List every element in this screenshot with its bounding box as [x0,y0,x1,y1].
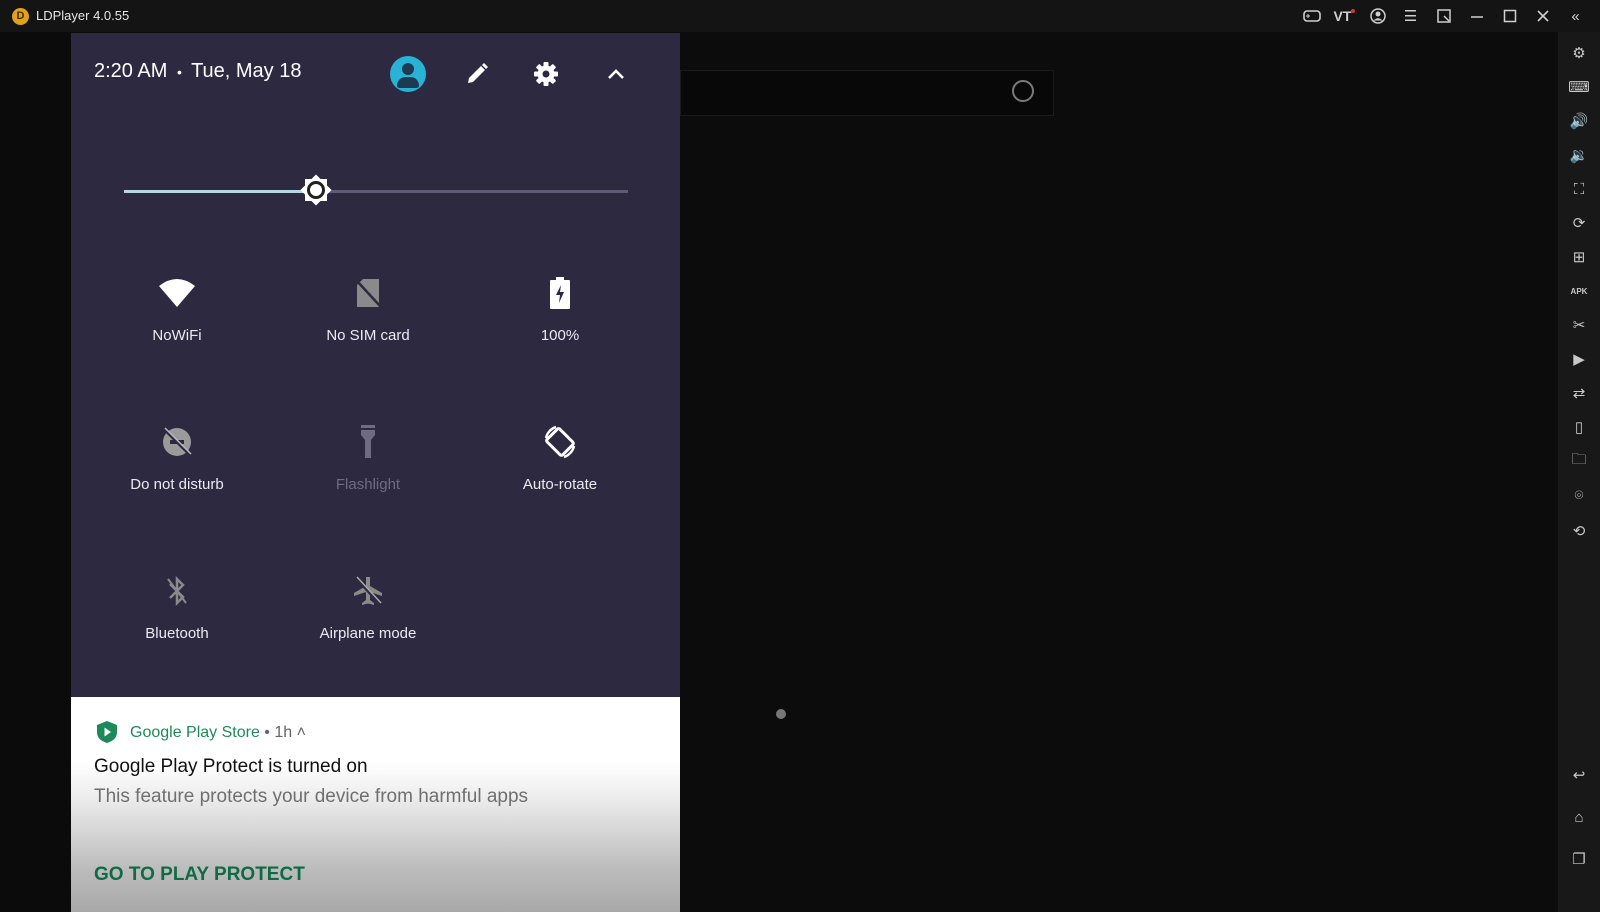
ldplayer-logo-icon: D [12,8,29,25]
tile-no-sim-card[interactable]: No SIM card [270,273,466,383]
tile-airplane-mode[interactable]: Airplane mode [270,571,466,681]
back-icon[interactable]: ↩ [1558,760,1600,790]
tile-bluetooth[interactable]: Bluetooth [79,571,275,681]
clock-date-text: Tue, May 18 [191,60,302,82]
collapse-sidebar-icon[interactable]: « [1559,0,1592,32]
clock-separator: • [176,63,182,80]
brightness-icon [299,174,332,206]
close-icon[interactable] [1526,0,1559,32]
tile-auto-rotate[interactable]: Auto-rotate [462,422,658,532]
tile-label: Do not disturb [130,476,224,493]
tile-label: Airplane mode [319,625,417,642]
shake-icon[interactable]: ▯ [1558,412,1600,442]
tile-label: Bluetooth [145,625,209,642]
play-protect-shield-icon [96,720,118,749]
bluetooth-off-icon [79,571,275,611]
window-title: LDPlayer 4.0.55 [36,8,130,23]
gamepad-icon[interactable] [1295,0,1328,32]
scissors-icon[interactable]: ✂ [1558,310,1600,340]
tile-do-not-disturb[interactable]: Do not disturb [79,422,275,532]
chevron-up-icon [608,69,624,79]
tile-label: 100% [540,327,580,344]
video-icon[interactable]: ▶ [1558,344,1600,374]
recents-icon[interactable]: ❐ [1558,844,1600,874]
maximize-icon[interactable] [1493,0,1526,32]
settings-button[interactable] [527,55,565,93]
search-icon[interactable] [1012,80,1034,102]
page-indicator-dot [776,709,786,719]
menu-icon[interactable]: ☰ [1394,0,1427,32]
notification-body: This feature protects your device from h… [94,786,529,807]
brightness-slider-fill [124,190,316,193]
brightness-slider-thumb[interactable] [296,170,336,210]
pencil-icon [468,63,488,83]
battery-charging-icon [462,273,658,313]
clock-date: 2:20 AM • Tue, May 18 [94,60,301,83]
flashlight-icon [270,422,466,462]
quick-settings-panel: 2:20 AM • Tue, May 18 NoWiFi No SIM card… [71,33,680,697]
left-margin [0,32,70,912]
gear-icon [534,62,558,86]
vt-icon[interactable]: VT [1328,0,1361,32]
notification-app-label: Google Play Store [130,724,260,741]
volume-down-icon[interactable]: 🔉 [1558,140,1600,170]
tile-nowifi[interactable]: NoWiFi [79,273,275,383]
edit-button[interactable] [458,55,496,93]
rotate-device-icon[interactable]: ⟲ [1558,516,1600,546]
tile-label: No SIM card [326,327,410,344]
volume-up-icon[interactable]: 🔊 [1558,106,1600,136]
auto-rotate-icon [462,422,658,462]
account-icon[interactable] [1361,0,1394,32]
no-sim-icon [270,273,466,313]
gear-icon[interactable]: ⚙ [1558,38,1600,68]
emulator-sidebar: ⚙ ⌨ 🔊 🔉 ⛶ ⟳ ⊞ APK ✂ ▶ ⇄ ▯ 🗀 ⌾ ⟲ ↩ ⌂ ❐ [1558,32,1600,912]
notification-title: Google Play Protect is turned on [94,756,368,777]
home-icon[interactable]: ⌂ [1558,802,1600,832]
wifi-icon [79,273,275,313]
tile-label: Auto-rotate [522,476,598,493]
pin-icon[interactable] [1427,0,1460,32]
android-home-screen [680,32,1558,912]
user-switch-button[interactable] [389,55,427,93]
home-search-bar[interactable] [680,70,1054,116]
apk-icon[interactable]: APK [1558,276,1600,306]
avatar-icon [390,56,426,92]
airplane-off-icon [270,571,466,611]
screenshot-icon[interactable]: ⛶ [1558,174,1600,204]
keyboard-icon[interactable]: ⌨ [1558,72,1600,102]
collapse-panel-button[interactable] [597,55,635,93]
title-bar: D LDPlayer 4.0.55 VT ☰ « [0,0,1600,32]
tile-label: NoWiFi [152,327,202,344]
tile-flashlight[interactable]: Flashlight [270,422,466,532]
go-to-play-protect-button[interactable]: GO TO PLAY PROTECT [94,864,305,886]
add-window-icon[interactable]: ⊞ [1558,242,1600,272]
record-icon[interactable]: ⟳ [1558,208,1600,238]
clock-time: 2:20 AM [94,60,168,82]
location-icon[interactable]: ⌾ [1558,480,1600,510]
notification-play-protect[interactable]: Google Play Store • 1h ˄ Google Play Pro… [71,697,680,912]
folder-icon[interactable]: 🗀 [1558,446,1600,476]
notification-app-name: Google Play Store • 1h ˄ [130,724,306,742]
tile-100[interactable]: 100% [462,273,658,383]
do-not-disturb-off-icon [79,422,275,462]
sync-icon[interactable]: ⇄ [1558,378,1600,408]
tile-label: Flashlight [335,476,401,493]
minimize-icon[interactable] [1460,0,1493,32]
notification-time: • 1h ˄ [259,724,306,741]
